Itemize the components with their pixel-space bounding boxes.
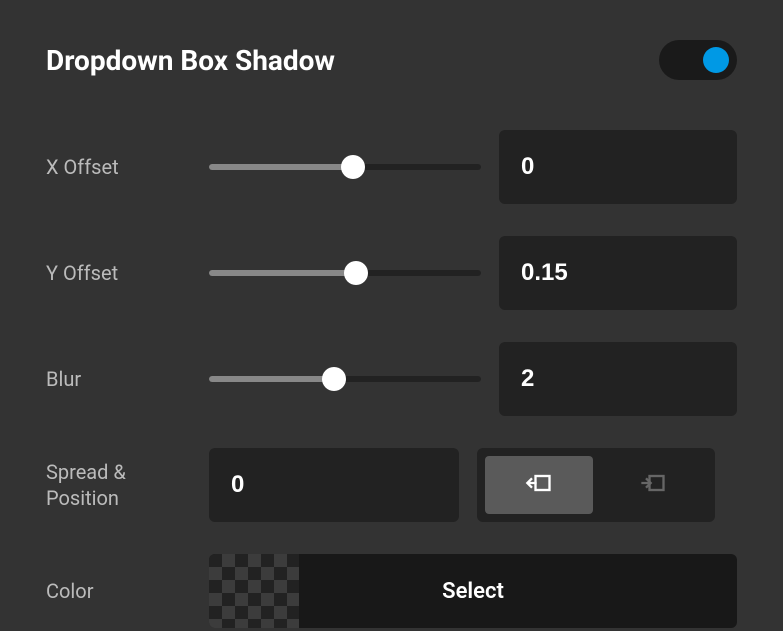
blur-field: em <box>499 342 737 416</box>
color-swatch <box>209 554 299 628</box>
position-group <box>477 448 715 522</box>
blur-slider[interactable] <box>209 369 481 389</box>
position-outset-button[interactable] <box>485 456 593 514</box>
y-offset-input[interactable] <box>499 259 783 287</box>
outset-icon <box>525 469 553 501</box>
slider-thumb[interactable] <box>344 261 368 285</box>
slider-thumb[interactable] <box>322 367 346 391</box>
x-offset-input[interactable] <box>499 153 783 181</box>
inset-icon <box>639 469 667 501</box>
spread-label: Spread & Position <box>46 459 191 511</box>
position-inset-button[interactable] <box>599 456 707 514</box>
spread-field: em <box>209 448 459 522</box>
color-label: Color <box>46 578 191 604</box>
color-select-button[interactable]: Select <box>209 554 737 628</box>
blur-input[interactable] <box>499 365 783 393</box>
x-offset-slider[interactable] <box>209 157 481 177</box>
blur-label: Blur <box>46 366 191 392</box>
x-offset-field: em <box>499 130 737 204</box>
x-offset-label: X Offset <box>46 154 191 180</box>
y-offset-label: Y Offset <box>46 260 191 286</box>
slider-thumb[interactable] <box>341 155 365 179</box>
toggle-knob <box>703 47 729 73</box>
y-offset-field: em <box>499 236 737 310</box>
y-offset-slider[interactable] <box>209 263 481 283</box>
enable-toggle[interactable] <box>659 40 737 80</box>
color-select-label: Select <box>299 579 737 604</box>
panel-title: Dropdown Box Shadow <box>46 44 335 77</box>
